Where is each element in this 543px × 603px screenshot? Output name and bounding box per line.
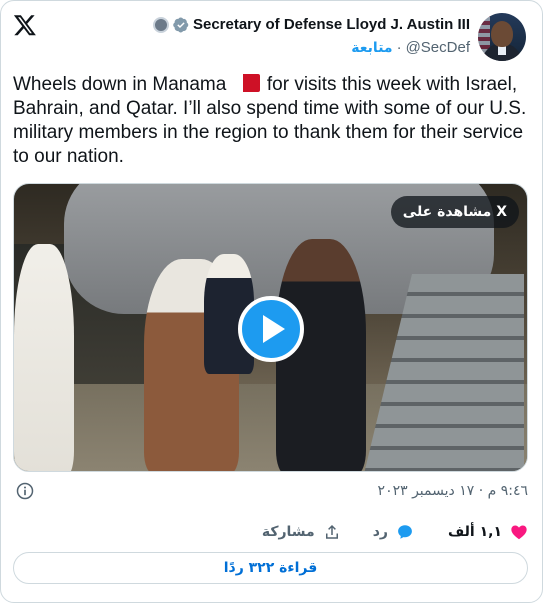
author-name-row[interactable]: Secretary of Defense Lloyd J. Austin III	[152, 16, 470, 33]
reply-label: رد	[372, 524, 388, 540]
read-replies-button[interactable]: قراءة ٣٢٢ ردًا	[13, 552, 528, 584]
heart-icon	[511, 525, 527, 540]
avatar[interactable]	[478, 13, 526, 61]
follow-button[interactable]: متابعة	[351, 40, 392, 56]
reply-button[interactable]: رد	[373, 523, 414, 541]
tweet-timestamp[interactable]: ٩:٤٦ م · ١٧ ديسمبر ٢٠٢٣	[378, 483, 528, 499]
like-button[interactable]: ١,١ ألف	[448, 523, 528, 541]
reply-bubble-icon	[398, 525, 412, 539]
verified-badge-icon	[173, 17, 189, 32]
tweet-card: Secretary of Defense Lloyd J. Austin III…	[0, 0, 543, 603]
play-icon	[263, 315, 285, 343]
watch-on-x-label: مشاهدة على X	[402, 204, 507, 220]
like-count: ١,١ ألف	[447, 524, 502, 540]
tweet-text: Wheels down in Manama for visits this we…	[13, 73, 528, 169]
tweet-text-part-1: Wheels down in Manama	[13, 74, 232, 95]
person-figure	[14, 244, 74, 471]
share-label: مشاركة	[261, 524, 315, 540]
avatar-face	[491, 21, 513, 47]
action-bar: ١,١ ألف رد مشاركة	[13, 519, 528, 545]
play-button[interactable]	[238, 296, 304, 362]
government-seal-icon	[152, 16, 169, 33]
handle-row: متابعة · @SecDef	[351, 39, 470, 56]
meta-row: ٩:٤٦ م · ١٧ ديسمبر ٢٠٢٣	[13, 481, 528, 503]
bahrain-flag-icon	[233, 74, 260, 92]
read-replies-label: قراءة ٣٢٢ ردًا	[223, 560, 318, 576]
video-media[interactable]: مشاهدة على X	[13, 183, 528, 472]
user-handle[interactable]: @SecDef	[406, 39, 470, 56]
x-logo-icon[interactable]	[13, 13, 37, 37]
separator-dot: ·	[396, 39, 402, 56]
info-icon[interactable]	[15, 481, 35, 501]
watch-on-x-button[interactable]: مشاهدة على X	[390, 196, 519, 228]
display-name: Secretary of Defense Lloyd J. Austin III	[192, 16, 470, 33]
share-icon	[325, 524, 338, 539]
share-button[interactable]: مشاركة	[262, 523, 341, 541]
